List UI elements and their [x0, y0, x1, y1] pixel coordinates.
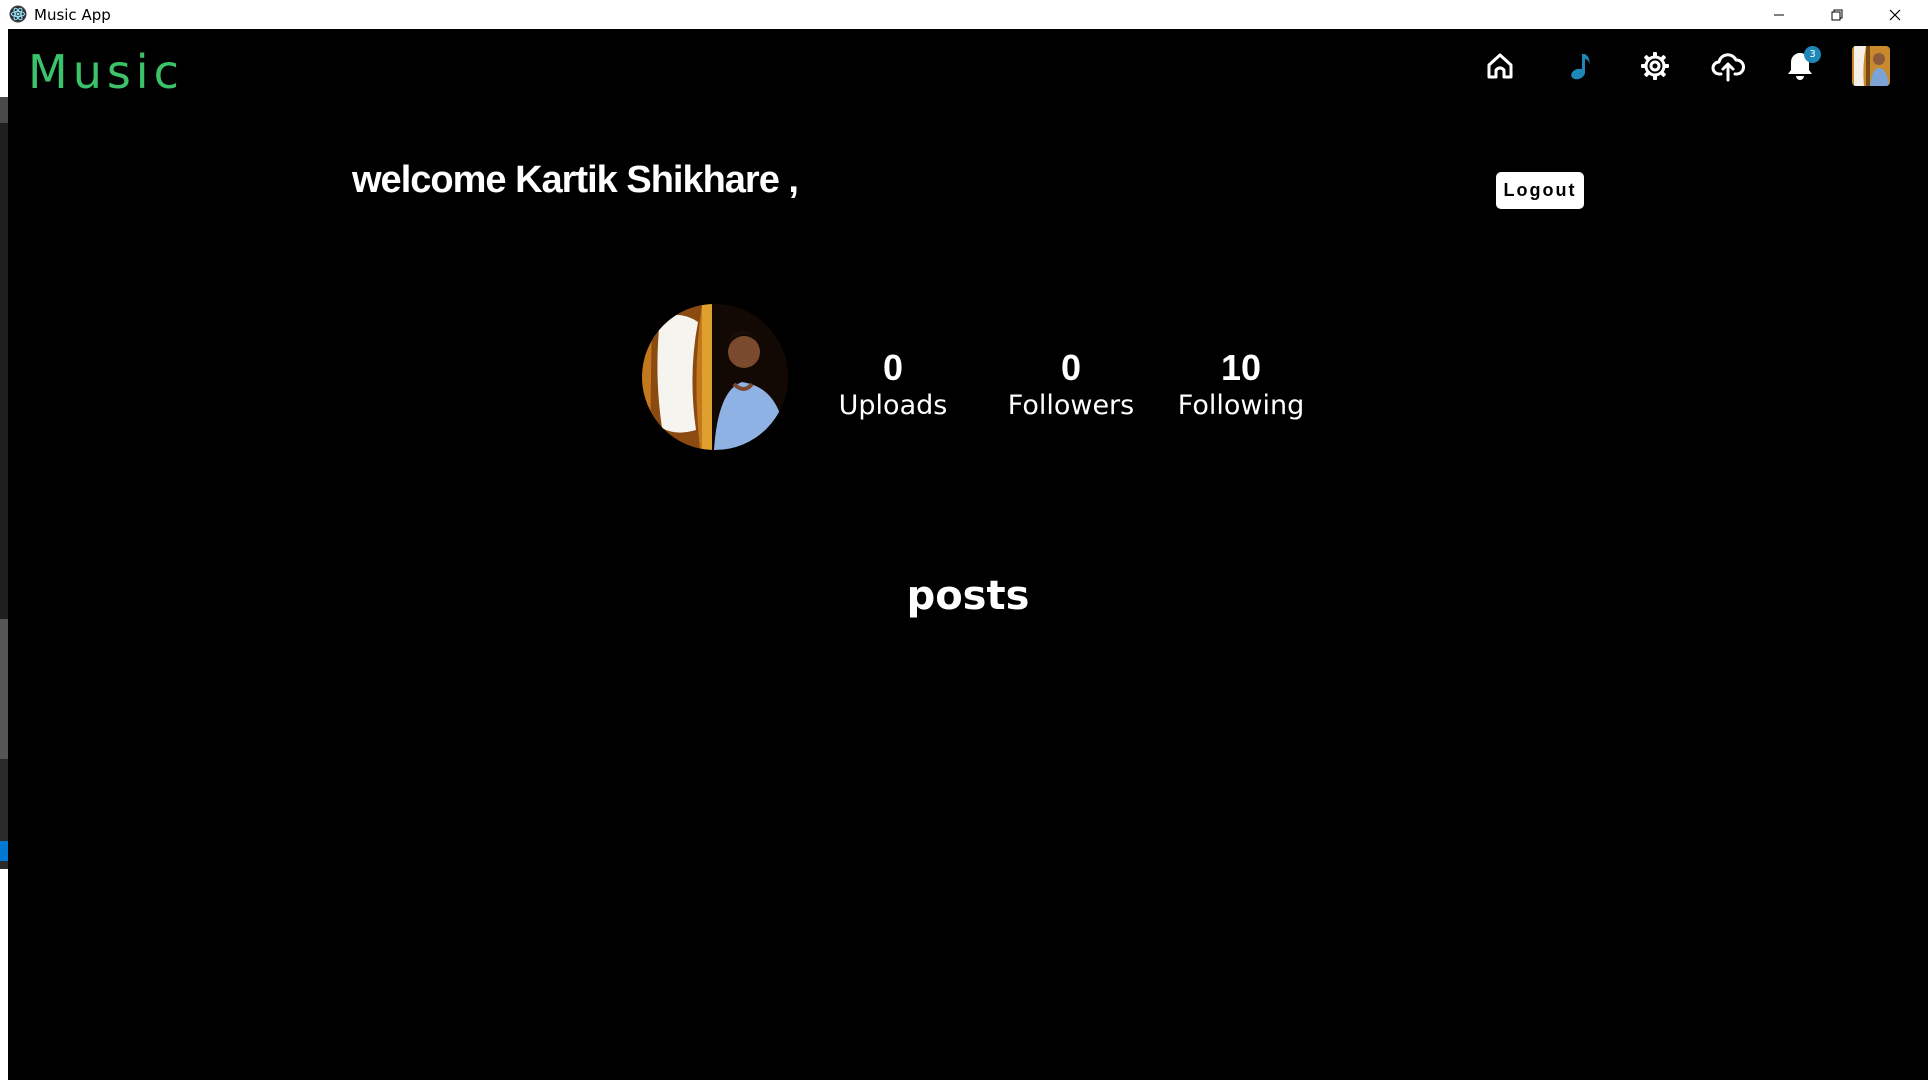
following-label: Following [1177, 390, 1305, 421]
gear-icon [1641, 52, 1669, 80]
following-stat[interactable]: 10 Following [1171, 348, 1311, 424]
music-note-icon [1571, 54, 1590, 80]
minimize-button[interactable] [1750, 0, 1808, 29]
followers-count: 0 [1060, 347, 1082, 388]
left-window-edge [0, 29, 8, 1080]
music-nav-button[interactable] [1559, 43, 1605, 89]
window-titlebar: Music App [0, 0, 1928, 29]
home-nav-button[interactable] [1477, 43, 1523, 89]
notifications-nav-button[interactable]: 3 [1777, 43, 1823, 89]
posts-heading: posts [906, 573, 1030, 619]
home-icon [1487, 53, 1513, 79]
restore-icon [1831, 9, 1843, 20]
avatar [1852, 46, 1890, 86]
minimize-icon [1774, 14, 1784, 15]
close-button[interactable] [1866, 0, 1924, 29]
logout-button[interactable]: Logout [1496, 172, 1584, 209]
app-icon [9, 5, 27, 23]
followers-stat[interactable]: 0 Followers [996, 348, 1146, 424]
brand-logo[interactable]: Music [28, 45, 184, 99]
window-title: Music App [34, 6, 111, 24]
cloud-upload-icon [1711, 53, 1745, 82]
app-main: Music 3 welcome Kartik Shikhare , Logout… [8, 29, 1928, 1080]
settings-nav-button[interactable] [1632, 43, 1678, 89]
notification-badge: 3 [1804, 46, 1821, 63]
welcome-heading: welcome Kartik Shikhare , [352, 159, 799, 201]
upload-nav-button[interactable] [1705, 43, 1751, 89]
uploads-label: Uploads [838, 390, 948, 421]
following-count: 10 [1220, 347, 1262, 388]
close-icon [1889, 9, 1901, 20]
followers-label: Followers [1007, 390, 1135, 421]
profile-nav-button[interactable] [1848, 43, 1894, 89]
restore-button[interactable] [1808, 0, 1866, 29]
uploads-count: 0 [882, 347, 904, 388]
profile-photo [642, 304, 788, 450]
uploads-stat[interactable]: 0 Uploads [833, 348, 953, 424]
